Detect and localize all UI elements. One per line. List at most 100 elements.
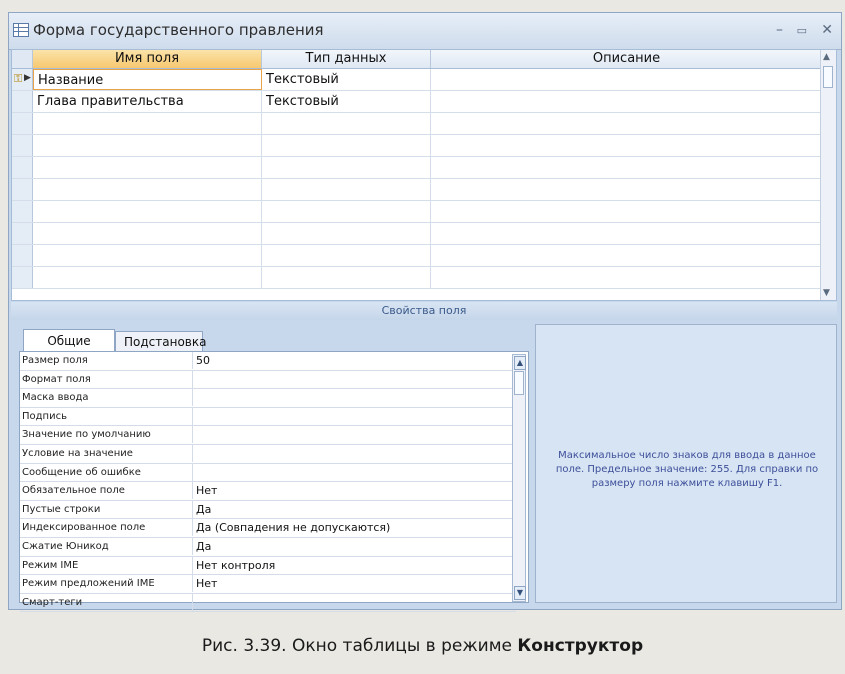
scroll-down-icon[interactable]: ▼ <box>823 288 830 298</box>
scroll-up-icon[interactable]: ▲ <box>514 356 526 370</box>
data-type-cell[interactable] <box>262 223 431 244</box>
data-type-cell[interactable] <box>262 201 431 222</box>
row-selector[interactable] <box>12 179 33 200</box>
empty-row[interactable] <box>12 223 822 245</box>
properties-scrollbar[interactable]: ▲ ▼ <box>512 354 526 602</box>
description-cell[interactable] <box>431 135 822 156</box>
field-name-cell[interactable] <box>33 179 262 200</box>
property-value[interactable]: 50 <box>196 352 514 369</box>
property-value[interactable]: Нет <box>196 482 514 499</box>
column-header-data-type[interactable]: Тип данных <box>262 50 431 68</box>
property-value[interactable] <box>196 594 514 611</box>
row-selector[interactable] <box>12 91 33 112</box>
row-selector[interactable]: ⚿ ▶ <box>12 69 33 90</box>
property-row[interactable]: Сообщение об ошибке <box>20 463 516 483</box>
empty-row[interactable] <box>12 135 822 157</box>
field-name-cell[interactable]: Название <box>33 69 262 90</box>
property-value[interactable] <box>196 408 514 425</box>
property-label: Размер поля <box>22 352 193 369</box>
property-value[interactable]: Да <box>196 538 514 555</box>
property-row[interactable]: Индексированное поле Да (Совпадения не до… <box>20 519 516 538</box>
property-value[interactable]: Да <box>196 501 514 518</box>
field-name-cell[interactable] <box>33 245 262 266</box>
empty-row[interactable] <box>12 201 822 223</box>
field-name-cell[interactable] <box>33 113 262 134</box>
grid-scrollbar[interactable]: ▲ ▼ <box>820 50 836 300</box>
description-cell[interactable] <box>431 267 822 288</box>
property-value[interactable] <box>196 445 514 462</box>
description-cell[interactable] <box>431 113 822 134</box>
row-selector[interactable] <box>12 113 33 134</box>
primary-key-icon: ⚿ <box>14 72 23 85</box>
data-type-cell[interactable] <box>262 267 431 288</box>
property-label: Маска ввода <box>22 389 193 407</box>
field-name-cell[interactable] <box>33 223 262 244</box>
property-value[interactable] <box>196 464 514 481</box>
data-type-cell[interactable] <box>262 179 431 200</box>
property-row[interactable]: Режим предложений IME Нет <box>20 575 516 594</box>
data-type-cell[interactable] <box>262 157 431 178</box>
property-row[interactable]: Обязательное поле Нет <box>20 482 516 501</box>
tab-lookup[interactable]: Подстановка <box>115 331 206 351</box>
row-selector[interactable] <box>12 267 33 288</box>
column-header-field-name[interactable]: Имя поля <box>33 50 262 68</box>
property-value[interactable] <box>196 389 514 406</box>
field-name-cell[interactable]: Глава правительства <box>33 91 262 112</box>
property-row[interactable]: Размер поля 50 <box>20 352 516 371</box>
scroll-thumb[interactable] <box>823 66 833 88</box>
maximize-button[interactable]: ▭ <box>797 24 807 37</box>
column-header-description[interactable]: Описание <box>431 50 822 68</box>
empty-row[interactable] <box>12 157 822 179</box>
property-row[interactable]: Режим IME Нет контроля <box>20 556 516 576</box>
data-type-cell[interactable] <box>262 135 431 156</box>
property-row[interactable]: Значение по умолчанию <box>20 426 516 445</box>
description-cell[interactable] <box>431 69 822 90</box>
tab-general[interactable]: Общие <box>23 329 115 351</box>
property-row[interactable]: Подпись <box>20 407 516 427</box>
property-label: Формат поля <box>22 370 193 388</box>
empty-row[interactable] <box>12 245 822 267</box>
field-name-cell[interactable] <box>33 267 262 288</box>
property-value[interactable] <box>196 371 514 388</box>
property-row[interactable]: Смарт-теги <box>20 593 516 613</box>
table-row[interactable]: ⚿ ▶ Название Текстовый <box>12 69 822 91</box>
empty-row[interactable] <box>12 179 822 201</box>
row-selector[interactable] <box>12 201 33 222</box>
property-row[interactable]: Формат поля <box>20 370 516 390</box>
data-type-cell[interactable] <box>262 245 431 266</box>
property-value[interactable]: Нет контроля <box>196 557 514 574</box>
minimize-button[interactable]: – <box>776 22 783 38</box>
scroll-up-icon[interactable]: ▲ <box>823 52 830 62</box>
current-row-arrow-icon: ▶ <box>24 73 31 83</box>
property-value[interactable]: Нет <box>196 575 514 592</box>
property-row[interactable]: Пустые строки Да <box>20 500 516 520</box>
row-selector-header[interactable] <box>12 50 33 68</box>
description-cell[interactable] <box>431 223 822 244</box>
scroll-down-icon[interactable]: ▼ <box>514 586 526 600</box>
empty-row[interactable] <box>12 267 822 289</box>
data-type-cell[interactable]: Текстовый <box>262 69 431 90</box>
property-value[interactable] <box>196 426 514 443</box>
empty-row[interactable] <box>12 113 822 135</box>
row-selector[interactable] <box>12 223 33 244</box>
close-button[interactable]: ✕ <box>821 22 833 38</box>
property-row[interactable]: Условие на значение <box>20 444 516 464</box>
property-value[interactable]: Да (Совпадения не допускаются) <box>196 519 514 536</box>
description-cell[interactable] <box>431 179 822 200</box>
scroll-thumb[interactable] <box>514 371 524 395</box>
table-row[interactable]: Глава правительства Текстовый <box>12 91 822 113</box>
row-selector[interactable] <box>12 157 33 178</box>
property-row[interactable]: Сжатие Юникод Да <box>20 537 516 557</box>
description-cell[interactable] <box>431 91 822 112</box>
row-selector[interactable] <box>12 135 33 156</box>
data-type-cell[interactable]: Текстовый <box>262 91 431 112</box>
description-cell[interactable] <box>431 201 822 222</box>
field-name-cell[interactable] <box>33 135 262 156</box>
description-cell[interactable] <box>431 245 822 266</box>
data-type-cell[interactable] <box>262 113 431 134</box>
field-name-cell[interactable] <box>33 157 262 178</box>
property-row[interactable]: Маска ввода <box>20 389 516 408</box>
row-selector[interactable] <box>12 245 33 266</box>
field-name-cell[interactable] <box>33 201 262 222</box>
description-cell[interactable] <box>431 157 822 178</box>
